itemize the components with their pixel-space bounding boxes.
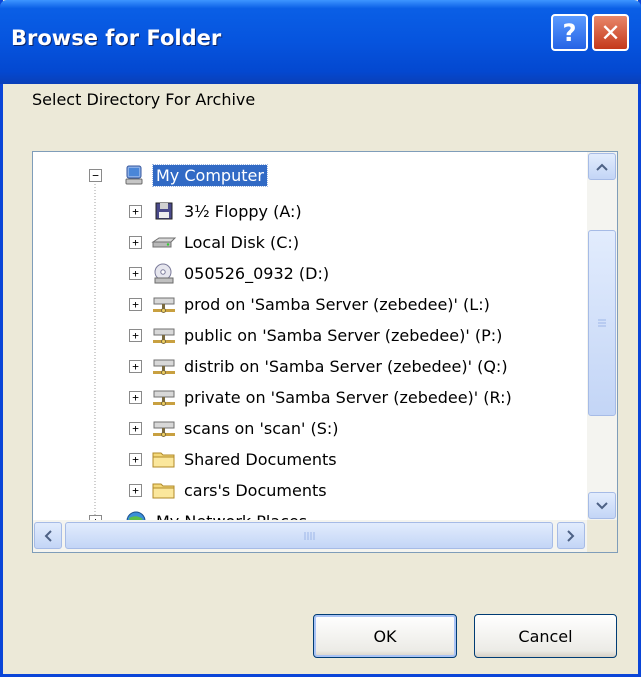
expand-toggle[interactable]: + <box>129 453 142 466</box>
collapse-toggle[interactable]: − <box>89 169 102 182</box>
floppy-drive-icon <box>155 202 173 220</box>
tree-item[interactable]: +3½ Floppy (A:) <box>129 198 305 224</box>
scroll-right-button[interactable] <box>557 522 585 549</box>
network-drive-icon <box>153 421 175 437</box>
chevron-left-icon <box>44 529 52 542</box>
tree-item-label: My Computer <box>152 163 268 187</box>
browse-for-folder-dialog: Browse for Folder ? ✕ Select Directory F… <box>0 0 641 677</box>
network-drive-icon <box>153 328 175 344</box>
tree-item[interactable]: + Shared Documents <box>129 446 340 472</box>
close-icon: ✕ <box>600 18 621 47</box>
tree-item-label: private on 'Samba Server (zebedee)' (R:) <box>184 387 512 407</box>
scroll-down-button[interactable] <box>588 492 616 519</box>
hard-disk-icon <box>151 237 177 248</box>
tree-item[interactable]: + private on 'Samba Server (zebedee)' (R:… <box>129 384 515 410</box>
tree-item[interactable]: + public on 'Samba Server (zebedee)' (P:) <box>129 322 505 348</box>
scroll-left-button[interactable] <box>34 522 62 549</box>
prompt-text: Select Directory For Archive <box>32 90 256 109</box>
tree-item[interactable]: + distrib on 'Samba Server (zebedee)' (Q:… <box>129 353 511 379</box>
help-icon: ? <box>562 18 577 47</box>
tree-item-label: public on 'Samba Server (zebedee)' (P:) <box>184 325 503 345</box>
scrollbar-corner <box>587 520 617 552</box>
help-button[interactable]: ? <box>551 14 588 51</box>
my-computer-icon <box>125 165 143 185</box>
tree-item-label: prod on 'Samba Server (zebedee)' (L:) <box>184 294 490 314</box>
close-button[interactable]: ✕ <box>592 14 629 51</box>
expand-toggle[interactable]: + <box>129 205 142 218</box>
network-drive-icon <box>153 359 175 375</box>
tree-item[interactable]: + cars's Documents <box>129 477 330 503</box>
grip-icon <box>304 531 315 540</box>
expand-toggle[interactable]: + <box>129 329 142 342</box>
expand-toggle[interactable]: + <box>129 267 142 280</box>
tree-item[interactable]: + Local Disk (C:) <box>129 229 302 255</box>
tree-item-label: distrib on 'Samba Server (zebedee)' (Q:) <box>184 356 508 376</box>
network-drive-icon <box>153 390 175 406</box>
tree-item-label: cars's Documents <box>184 480 327 500</box>
tree-item-label: scans on 'scan' (S:) <box>184 418 339 438</box>
tree-item[interactable]: + prod on 'Samba Server (zebedee)' (L:) <box>129 291 493 317</box>
ok-button[interactable]: OK <box>313 614 457 658</box>
tree-lines <box>94 172 96 520</box>
expand-toggle[interactable]: + <box>129 298 142 311</box>
expand-toggle[interactable]: + <box>129 391 142 404</box>
chevron-right-icon <box>567 529 575 542</box>
cancel-button[interactable]: Cancel <box>474 614 617 658</box>
expand-toggle[interactable]: + <box>129 236 142 249</box>
tree-item-label: Local Disk (C:) <box>184 232 300 252</box>
horizontal-scrollbar[interactable] <box>33 520 587 552</box>
tree-item-label: 3½ Floppy (A:) <box>184 201 302 221</box>
chevron-up-icon <box>596 163 608 171</box>
expand-toggle[interactable]: + <box>129 422 142 435</box>
grip-icon <box>598 319 606 327</box>
chevron-down-icon <box>596 501 608 509</box>
scroll-thumb-horizontal[interactable] <box>65 522 553 549</box>
tree-item-my-computer[interactable]: − My Computer <box>89 162 268 188</box>
tree-item[interactable]: + scans on 'scan' (S:) <box>129 415 342 441</box>
title-bar[interactable]: Browse for Folder ? ✕ <box>0 0 641 84</box>
expand-toggle[interactable]: + <box>129 360 142 373</box>
tree-item-label: Shared Documents <box>184 449 337 469</box>
scroll-up-button[interactable] <box>588 153 616 180</box>
dialog-title: Browse for Folder <box>11 26 222 50</box>
folder-icon <box>152 483 175 499</box>
cd-drive-icon <box>154 263 174 284</box>
vertical-scrollbar[interactable] <box>587 152 617 520</box>
expand-toggle[interactable]: + <box>129 484 142 497</box>
network-drive-icon <box>153 297 175 313</box>
tree-item[interactable]: +050526_0932 (D:) <box>129 260 332 286</box>
folder-icon <box>152 452 175 468</box>
folder-tree[interactable]: − My Computer +3½ Floppy (A:) + Local Disk… <box>32 151 618 553</box>
scroll-thumb[interactable] <box>588 230 616 416</box>
tree-item-label: 050526_0932 (D:) <box>184 263 330 283</box>
